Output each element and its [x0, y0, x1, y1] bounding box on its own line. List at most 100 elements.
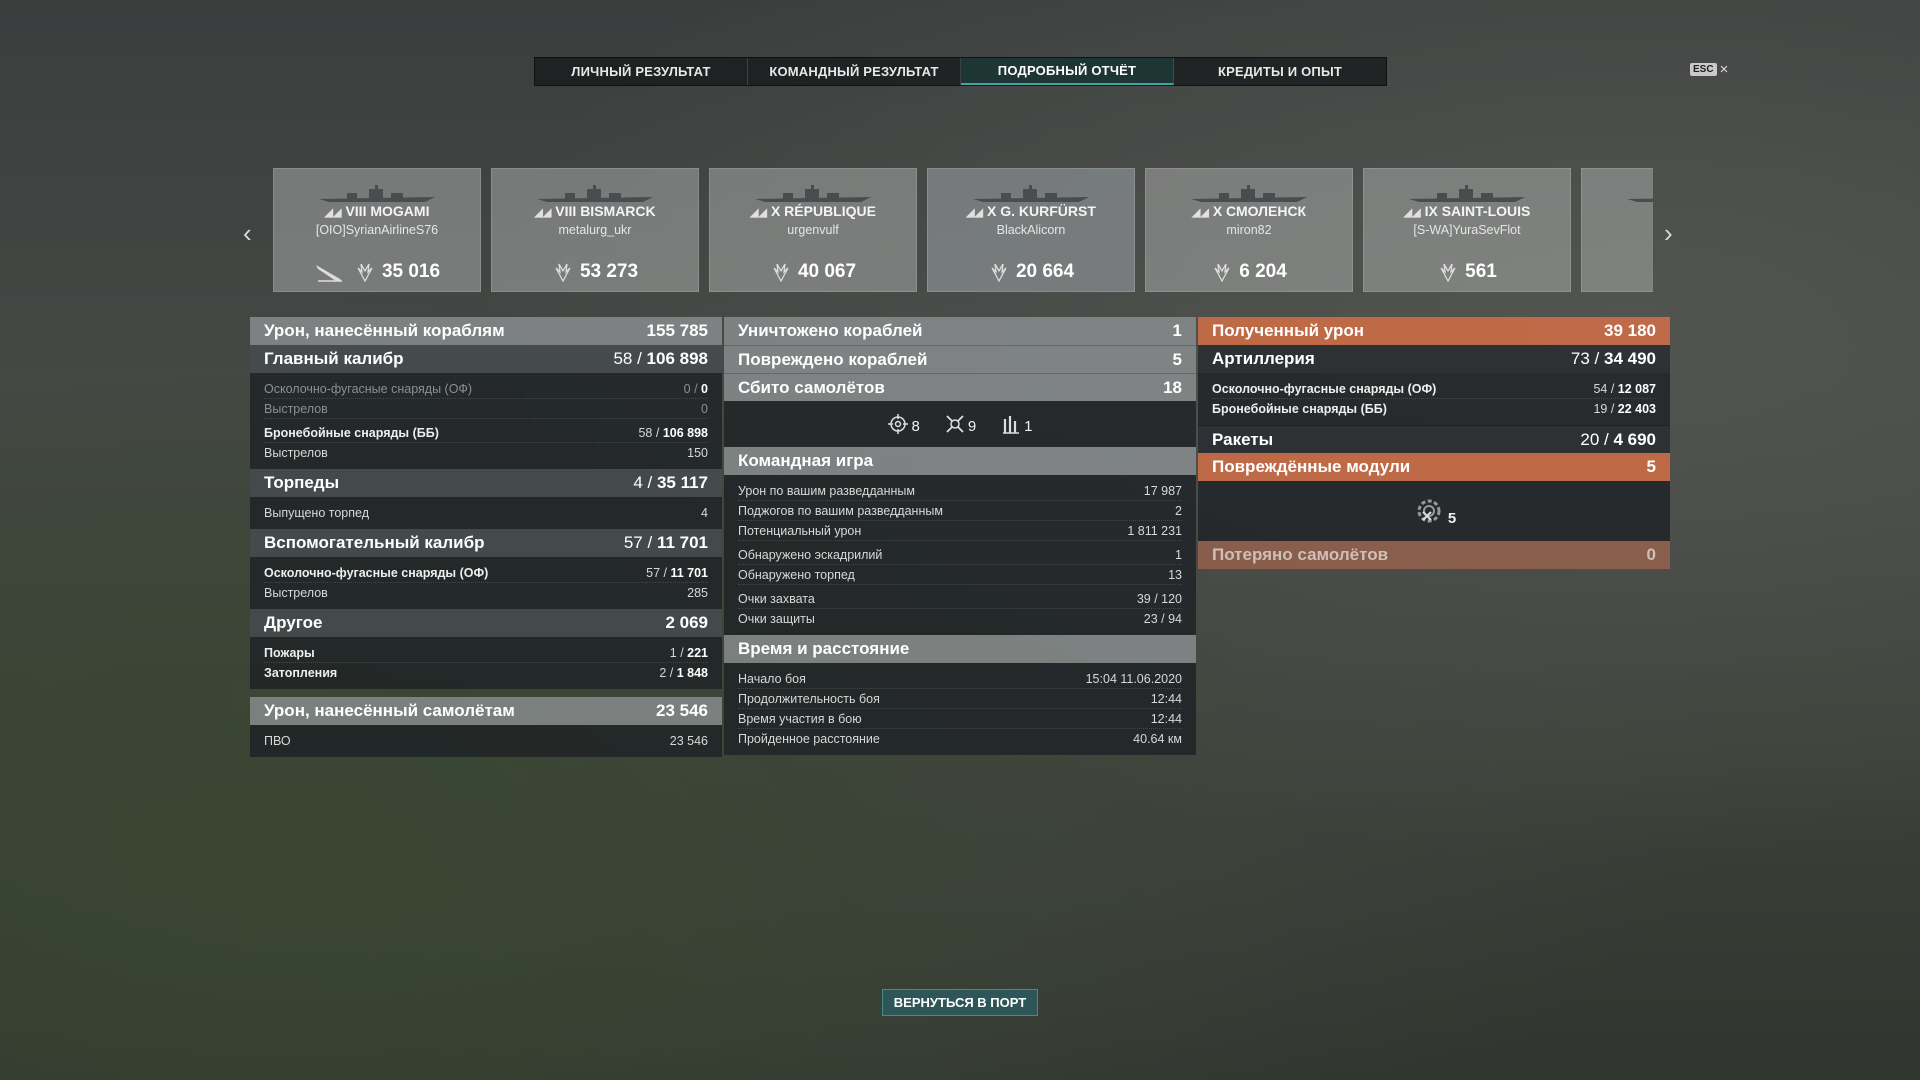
esc-key-badge: ESC: [1690, 63, 1717, 76]
tab-credits-xp[interactable]: КРЕДИТЫ И ОПЫТ: [1174, 58, 1386, 85]
stat-value: 40.64 км: [1133, 732, 1182, 746]
aa-kills-value: 1: [1024, 418, 1033, 435]
damage-burst-icon: [773, 263, 789, 282]
ship-card[interactable]: ◢◢ IX SAINT-LOUIS [S-WA]YuraSevFlot 561: [1363, 168, 1571, 292]
stat-value: 13: [1168, 567, 1182, 582]
ship-damage: 561: [1364, 261, 1570, 283]
carousel-prev-arrow-icon[interactable]: ‹: [243, 218, 252, 249]
damage-burst-icon: [991, 263, 1007, 282]
stat-label: Затопления: [264, 666, 338, 680]
team-play-label: Командная игра: [738, 451, 874, 470]
ship-card[interactable]: ◢◢ X RÉPUBLIQUE urgenvulf 40 067: [709, 168, 917, 292]
damage-burst-icon: [357, 263, 373, 282]
flak-icon: [1003, 416, 1020, 434]
consumable-kills: 9: [944, 413, 976, 435]
main-battery-header: Главный калибр 58 / 106 898: [250, 345, 722, 373]
ship-damage: 6 204: [1146, 261, 1352, 283]
stat-value: 17 987: [1143, 483, 1182, 498]
lost-planes-value: 0: [1646, 545, 1656, 564]
module-gear-icon: [1417, 499, 1441, 523]
ship-card[interactable]: ◢◢ X СМОЛЕНСК miron82 6 204: [1145, 168, 1353, 292]
ship-name: ◢◢V: [1582, 203, 1653, 219]
ship-card[interactable]: ◢◢ X G. KURFÜRST BlackAlicorn 20 664: [927, 168, 1135, 292]
plane-damage-value: 23 546: [656, 701, 708, 720]
damage-burst-icon: [555, 263, 571, 282]
team-play-details: Урон по вашим разведданным 17 987 Поджогов…: [724, 475, 1196, 635]
stat-row: Время участия в бою 12:44: [738, 709, 1182, 729]
other-damage-value: 2 069: [665, 613, 708, 632]
stat-label: Очки защиты: [738, 612, 815, 626]
stat-value: 12:44: [1150, 711, 1182, 726]
secondary-battery-details: Осколочно-фугасные снаряды (ОФ) 57 / 11 7…: [250, 557, 722, 609]
torpedoes-header: Торпеды 4 / 35 117: [250, 469, 722, 497]
stat-value: 58 / 106 898: [638, 425, 708, 440]
stat-value: 2: [1175, 503, 1182, 518]
planes-shot-value: 18: [1163, 377, 1182, 397]
stat-row: Осколочно-фугасные снаряды (ОФ) 57 / 11 7…: [264, 563, 708, 583]
stat-label: Бронебойные снаряды (ББ): [1212, 402, 1387, 416]
stat-value: 57 / 11 701: [646, 565, 708, 580]
ship-card[interactable]: ◢◢V: [1581, 168, 1653, 292]
aa-kills: 1: [1000, 413, 1033, 435]
ship-silhouette-icon: [1627, 198, 1653, 202]
nation-flag-icon: ◢◢: [1403, 207, 1421, 219]
torpedoes-label: Торпеды: [264, 473, 340, 492]
stat-row: Выстрелов 285: [264, 583, 708, 603]
stat-label: ПВО: [264, 734, 291, 748]
carousel-next-arrow-icon[interactable]: ›: [1664, 218, 1673, 249]
tab-detailed-report[interactable]: ПОДРОБНЫЙ ОТЧЁТ: [961, 58, 1174, 85]
secondary-battery-label: Вспомогательный калибр: [264, 533, 485, 552]
stat-value: 1 / 221: [669, 645, 708, 660]
nation-flag-icon: ◢◢: [966, 207, 983, 219]
tab-personal-result[interactable]: ЛИЧНЫЙ РЕЗУЛЬТАТ: [535, 58, 748, 85]
tab-team-result[interactable]: КОМАНДНЫЙ РЕЗУЛЬТАТ: [748, 58, 961, 85]
stat-row: Урон по вашим разведданным 17 987: [738, 481, 1182, 501]
stat-label: Бронебойные снаряды (ББ): [264, 425, 439, 440]
team-play-header: Командная игра: [724, 447, 1196, 475]
ship-damage: 40 067: [710, 261, 916, 283]
ship-name: ◢◢ IX SAINT-LOUIS: [1403, 203, 1531, 219]
stat-label: Поджогов по вашим разведданным: [738, 503, 943, 518]
stat-row: Обнаружено эскадрилий 1: [738, 545, 1182, 565]
aircraft-icon: [315, 265, 342, 282]
stat-row: Осколочно-фугасные снаряды (ОФ) 54 / 12 0…: [1212, 379, 1656, 399]
other-damage-header: Другое 2 069: [250, 609, 722, 637]
return-to-port-button[interactable]: ВЕРНУТЬСЯ В ПОРТ: [882, 989, 1038, 1016]
stat-label: Выстрелов: [264, 446, 328, 460]
ship-carousel: ◢◢ VIII MOGAMI [OIO]SyrianAirlineS76 35 016…: [273, 168, 1653, 292]
ship-name: ◢◢ X G. KURFÜRST: [966, 203, 1096, 219]
ship-card[interactable]: ◢◢ VIII BISMARCK metalurg_ukr 53 273: [491, 168, 699, 292]
damage-burst-icon: [1214, 263, 1230, 282]
player-name: urgenvulf: [787, 223, 839, 237]
stat-label: Потенциальный урон: [738, 523, 862, 538]
ship-silhouette-icon: [1409, 185, 1525, 202]
stat-label: Очки захвата: [738, 591, 815, 606]
stat-value: 2 / 1 848: [659, 666, 708, 680]
ships-damaged-value: 5: [1172, 349, 1182, 369]
stat-value: 23 / 94: [1143, 612, 1182, 626]
stat-label: Пройденное расстояние: [738, 732, 880, 746]
player-name: [S-WA]YuraSevFlot: [1413, 223, 1521, 237]
fighter-kills-value: 8: [911, 418, 920, 435]
stat-value: 0: [701, 401, 708, 416]
player-name: [OIO]SyrianAirlineS76: [315, 223, 439, 237]
ship-damage: 53 273: [492, 261, 698, 283]
damaged-modules-value: 5: [1646, 457, 1656, 476]
damaged-modules-header: Повреждённые модули 5: [1198, 453, 1670, 481]
stat-value: 1: [1175, 547, 1182, 562]
damage-received-panel: Полученный урон 39 180 Артиллерия 73 / 3…: [1198, 317, 1670, 569]
close-button[interactable]: ESC ×: [1690, 61, 1728, 78]
ship-name: ◢◢ X RÉPUBLIQUE: [750, 203, 876, 219]
stat-row: Очки защиты 23 / 94: [738, 609, 1182, 629]
artillery-details: Осколочно-фугасные снаряды (ОФ) 54 / 12 0…: [1198, 373, 1670, 425]
damaged-modules-count: 5: [1447, 509, 1457, 527]
other-damage-label: Другое: [264, 613, 323, 632]
received-damage-header: Полученный урон 39 180: [1198, 317, 1670, 345]
stat-label: Обнаружено эскадрилий: [738, 547, 883, 562]
stat-row: Бронебойные снаряды (ББ) 19 / 22 403: [1212, 399, 1656, 419]
ships-damaged-label: Повреждено кораблей: [738, 349, 928, 369]
ship-card[interactable]: ◢◢ VIII MOGAMI [OIO]SyrianAirlineS76 35 016: [273, 168, 481, 292]
stat-row: Осколочно-фугасные снаряды (ОФ) 0 / 0: [264, 379, 708, 399]
results-tabs: ЛИЧНЫЙ РЕЗУЛЬТАТ КОМАНДНЫЙ РЕЗУЛЬТАТ ПОД…: [534, 57, 1387, 86]
stat-value: 19 / 22 403: [1593, 402, 1656, 416]
